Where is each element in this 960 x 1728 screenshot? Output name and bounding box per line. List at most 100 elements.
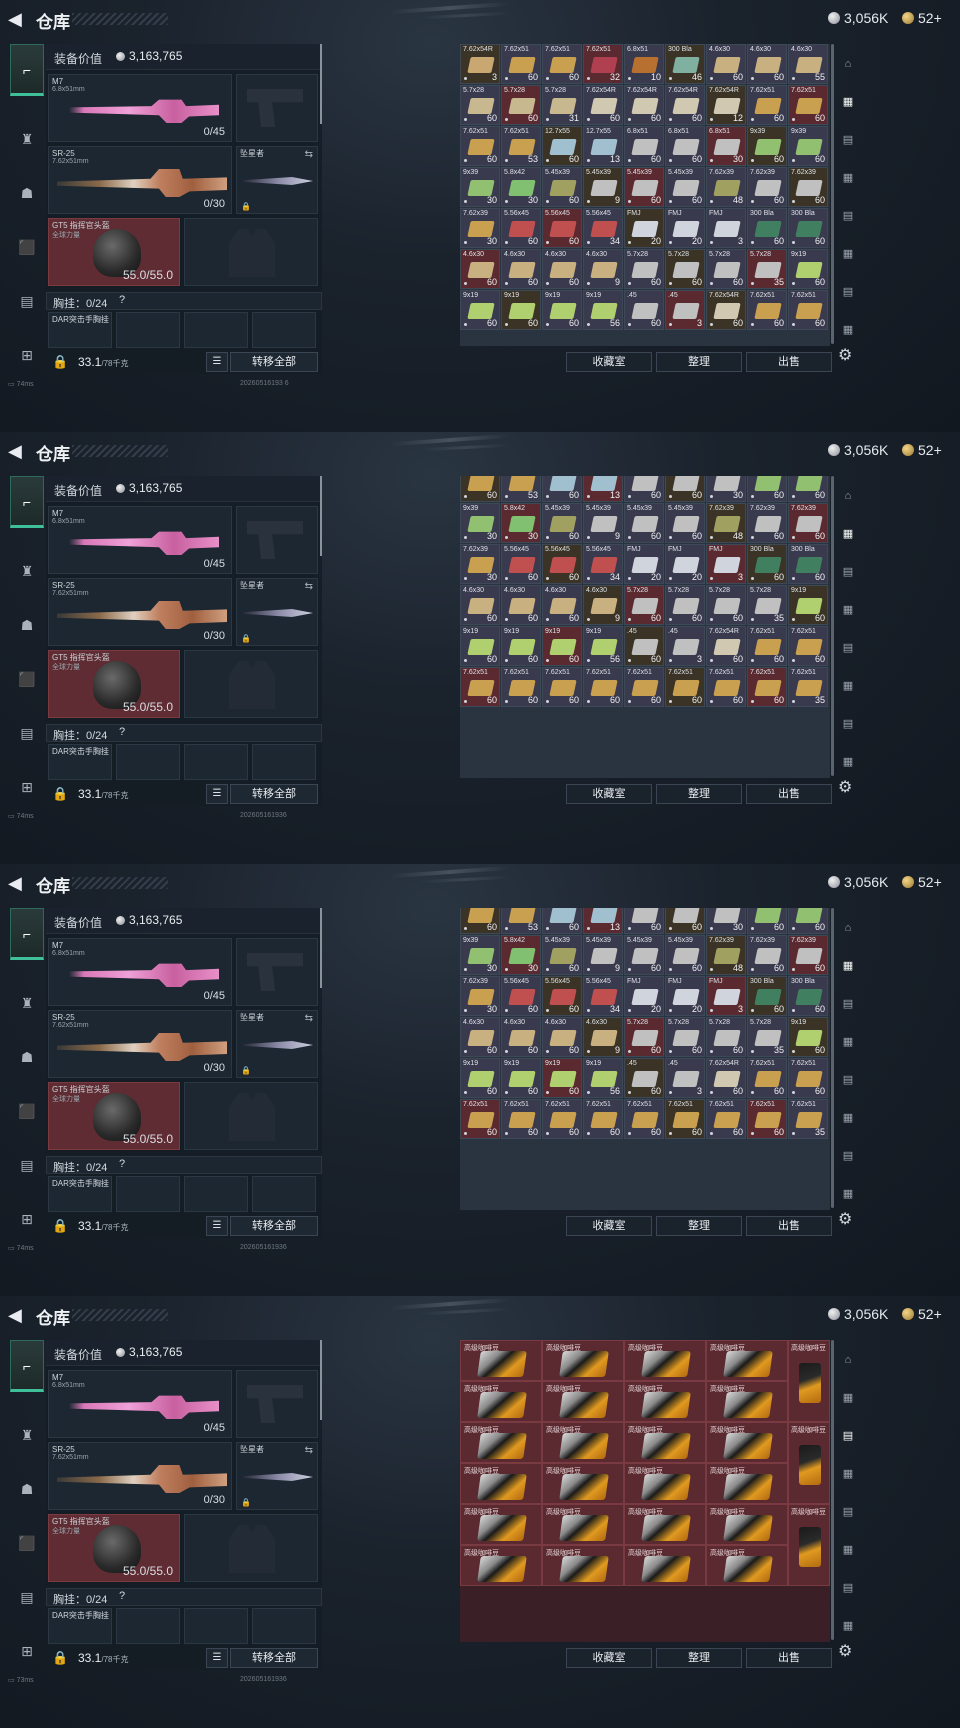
rig-pocket-slot[interactable] [184, 744, 248, 780]
weapons-tab[interactable]: ⌐ [10, 908, 44, 960]
storage-page-icon[interactable]: ▦ [838, 1184, 858, 1204]
ammo-item[interactable]: 300 Bla 60 [788, 976, 828, 1016]
ammo-item[interactable]: 7.62x51 60 [665, 667, 705, 707]
ammo-item[interactable]: 7.62x39 30 [460, 976, 500, 1016]
ammo-item[interactable]: 4.6x30 60 [542, 585, 582, 625]
home-storage-icon[interactable]: ⌂ [838, 54, 858, 74]
ammo-item[interactable]: FMJ 20 [624, 976, 664, 1016]
storage-page-icon[interactable]: ▤ [838, 1502, 858, 1522]
sort-button[interactable]: 整理 [656, 352, 742, 372]
rig-pocket-slot[interactable] [184, 312, 248, 348]
ammo-item[interactable]: 7.62x39 60 [747, 935, 787, 975]
secondary-weapon-slot[interactable]: SR-25 7.62x51mm 0/30 [48, 578, 232, 646]
ammo-item[interactable]: 7.62x39 48 [706, 503, 746, 543]
ammo-item[interactable]: 9x19 60 [460, 626, 500, 666]
ammo-item[interactable]: 5.56x45 60 [501, 976, 541, 1016]
primary-weapon-slot[interactable]: M7 6.8x51mm 0/45 [48, 74, 232, 142]
ammo-item[interactable]: 300 Bla 46 [665, 44, 705, 84]
coffee-beans-item[interactable]: 高级咖啡豆 [624, 1381, 706, 1422]
transfer-all-button[interactable]: 转移全部 [230, 352, 318, 372]
sell-button[interactable]: 出售 [746, 1648, 832, 1668]
ammo-item[interactable]: .45 3 [665, 1058, 705, 1098]
storage-page-icon[interactable]: ▤ [838, 1070, 858, 1090]
ammo-item[interactable]: 7.62x51 60 [788, 290, 828, 330]
ammo-item[interactable]: 9x19 60 [542, 290, 582, 330]
storage-page-icon[interactable]: ▤ [838, 994, 858, 1014]
chest-rig-slot[interactable]: DAR突击手胸挂 [48, 1608, 112, 1644]
ammo-item[interactable]: 9x39 30 [460, 935, 500, 975]
ammo-item[interactable]: 6.8x5130 [706, 908, 746, 934]
sort-button[interactable]: 整理 [656, 1216, 742, 1236]
coffee-beans-item[interactable]: 高级咖啡豆 [706, 1340, 788, 1381]
coffee-beans-item[interactable]: 高级咖啡豆 [706, 1422, 788, 1463]
storage-page-icon[interactable]: ▦ [838, 1032, 858, 1052]
ammo-item[interactable]: 5.7x28 60 [665, 249, 705, 289]
ammo-item[interactable]: 5.45x39 60 [624, 935, 664, 975]
storage-page-icon[interactable]: ▦ [838, 1464, 858, 1484]
ammo-item[interactable]: 7.62x39 60 [788, 167, 828, 207]
ammo-item[interactable]: 4.6x30 9 [583, 1017, 623, 1057]
ammo-item[interactable]: 7.62x51 60 [542, 667, 582, 707]
ammo-item[interactable]: FMJ 20 [665, 208, 705, 248]
ammo-item[interactable]: 7.62x51 60 [747, 1099, 787, 1139]
ammo-item[interactable]: 7.62x54R 3 [460, 44, 500, 84]
ammo-item[interactable]: 300 Bla 60 [747, 976, 787, 1016]
ammo-item[interactable]: 9x19 60 [788, 249, 828, 289]
transfer-all-button[interactable]: 转移全部 [230, 1216, 318, 1236]
coffee-beans-item[interactable]: 高级咖啡豆 [460, 1340, 542, 1381]
weapons-tab[interactable]: ⌐ [10, 44, 44, 96]
rig-pocket-slot[interactable] [252, 1176, 316, 1212]
ammo-item[interactable]: 5.45x39 60 [542, 935, 582, 975]
coffee-beans-item[interactable]: 高级咖啡豆 [624, 1422, 706, 1463]
sell-button[interactable]: 出售 [746, 352, 832, 372]
ammo-item[interactable]: 7.62x51 60 [747, 667, 787, 707]
ammo-item[interactable]: 300 Bla 60 [747, 544, 787, 584]
ammo-item[interactable]: 5.56x45 60 [542, 544, 582, 584]
ammo-item[interactable]: 6.8x5160 [665, 476, 705, 502]
settings-gear-icon[interactable]: ⚙ [838, 1641, 852, 1661]
coffee-beans-item[interactable]: 高级咖啡豆 [460, 1504, 542, 1545]
storage-page-icon[interactable]: ▦ [838, 1108, 858, 1128]
armor-tab[interactable]: ♜ [12, 556, 42, 586]
body-armor-slot[interactable] [184, 650, 318, 718]
ammo-item[interactable]: 5.56x45 34 [583, 208, 623, 248]
ammo-item[interactable]: 7.62x51 60 [706, 1099, 746, 1139]
ammo-item[interactable]: 4.6x30 60 [501, 249, 541, 289]
ammo-item[interactable]: 9x19 60 [788, 1017, 828, 1057]
sort-button[interactable]: 整理 [656, 1648, 742, 1668]
ammo-item[interactable]: 5.7x28 60 [501, 85, 541, 125]
primary-weapon-slot[interactable]: M7 6.8x51mm 0/45 [48, 1370, 232, 1438]
backpack-tab[interactable]: ☗ [12, 1042, 42, 1072]
home-storage-icon[interactable]: ⌂ [838, 486, 858, 506]
ammo-item[interactable]: 7.62x51 53 [501, 126, 541, 166]
storage-page-icon[interactable]: ▦ [838, 524, 858, 544]
ammo-item[interactable]: FMJ 20 [665, 544, 705, 584]
melee-slot[interactable]: 坠星者 ⇆ 🔒 [236, 1442, 318, 1510]
pistol-slot[interactable] [236, 1370, 318, 1438]
coffee-beans-item[interactable]: 高级咖啡豆 [460, 1381, 542, 1422]
ammo-item[interactable]: 5.7x28 60 [706, 249, 746, 289]
ammo-item[interactable]: 7.62x51 60 [788, 1058, 828, 1098]
ammo-item[interactable]: 7.62x51 60 [747, 1058, 787, 1098]
ammo-item[interactable]: 9x19 60 [788, 585, 828, 625]
help-icon[interactable]: ? [119, 1158, 125, 1170]
settings-gear-icon[interactable]: ⚙ [838, 345, 852, 365]
ammo-item[interactable]: 5.7x28 60 [624, 1017, 664, 1057]
bag-tab[interactable]: ⬛ [12, 664, 42, 694]
ammo-item[interactable]: 7.62x39 60 [788, 503, 828, 543]
ammo-item[interactable]: 5.7x28 35 [747, 1017, 787, 1057]
ammo-item[interactable]: 7.62x51 60 [747, 85, 787, 125]
weapons-tab[interactable]: ⌐ [10, 476, 44, 528]
ammo-item[interactable]: 7.62x54R 60 [583, 85, 623, 125]
ammo-item[interactable]: 7.62x51 60 [788, 85, 828, 125]
secondary-weapon-slot[interactable]: SR-25 7.62x51mm 0/30 [48, 1442, 232, 1510]
storage-page-icon[interactable]: ▤ [838, 714, 858, 734]
coffee-beans-item[interactable]: 高级咖啡豆 [542, 1340, 624, 1381]
coffee-beans-item[interactable]: 高级咖啡豆 [542, 1422, 624, 1463]
ammo-item[interactable]: 6.8x51 10 [624, 44, 664, 84]
ammo-item[interactable]: 5.56x45 34 [583, 976, 623, 1016]
weapons-tab[interactable]: ⌐ [10, 1340, 44, 1392]
ammo-item[interactable]: .45 60 [624, 1058, 664, 1098]
rig-pocket-slot[interactable] [116, 1176, 180, 1212]
melee-slot[interactable]: 坠星者 ⇆ 🔒 [236, 578, 318, 646]
